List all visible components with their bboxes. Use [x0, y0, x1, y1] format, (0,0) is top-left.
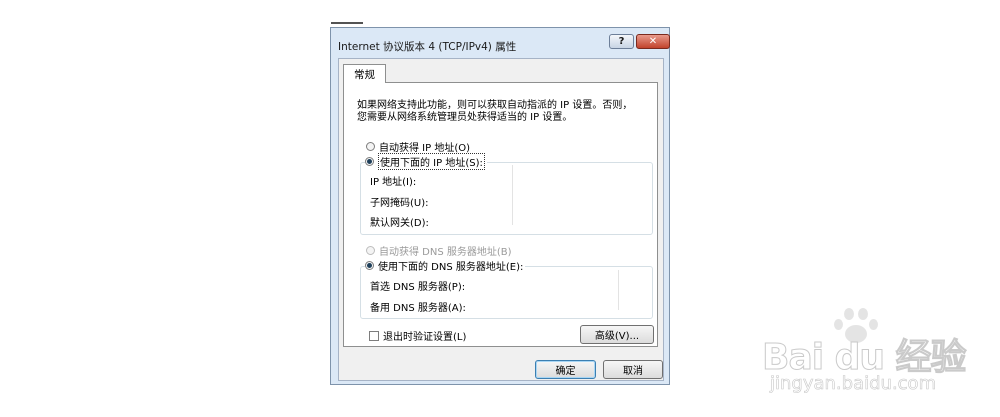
- ip-manual-radio-label: 使用下面的 IP 地址(S):: [378, 153, 485, 170]
- intro-text-line-2: 您需要从网络系统管理员处获得适当的 IP 设置。: [357, 112, 573, 123]
- help-button[interactable]: ?: [609, 34, 634, 49]
- advanced-button-label: 高级(V)...: [594, 331, 640, 342]
- ip-auto-radio[interactable]: 自动获得 IP 地址(O): [366, 139, 470, 154]
- dns-auto-radio-label: 自动获得 DNS 服务器地址(B): [379, 247, 512, 258]
- baidu-jingyan-watermark-url: jingyan.baidu.com: [770, 373, 937, 395]
- dialog-body: 常规 如果网络支持此功能，则可以获取自动指派的 IP 设置。否则， 您需要从网络…: [338, 58, 664, 381]
- dialog-title: Internet 协议版本 4 (TCP/IPv4) 属性: [338, 41, 517, 53]
- cancel-button[interactable]: 取消: [603, 360, 663, 379]
- close-icon: ✕: [648, 36, 658, 47]
- general-tab-panel: 如果网络支持此功能，则可以获取自动指派的 IP 设置。否则， 您需要从网络系统管…: [343, 82, 658, 347]
- ok-button-label: 确定: [555, 366, 576, 377]
- dns-field-edge: [618, 270, 619, 310]
- tab-general-label: 常规: [354, 68, 375, 81]
- tcpipv4-properties-dialog: Internet 协议版本 4 (TCP/IPv4) 属性 ? ✕ 常规 如果网…: [330, 27, 670, 385]
- dns-manual-radio[interactable]: 使用下面的 DNS 服务器地址(E):: [365, 258, 526, 273]
- cancel-button-label: 取消: [623, 366, 643, 377]
- ip-auto-radio-label: 自动获得 IP 地址(O): [379, 143, 471, 154]
- tab-general[interactable]: 常规: [343, 64, 386, 83]
- alternate-dns-label: 备用 DNS 服务器(A):: [370, 303, 466, 314]
- dns-auto-radio-indicator: [366, 246, 375, 255]
- close-button[interactable]: ✕: [636, 34, 670, 49]
- ip-manual-radio-indicator: [365, 157, 374, 166]
- subnet-mask-label: 子网掩码(U):: [370, 198, 429, 209]
- ip-field-edge: [512, 165, 513, 225]
- title-bar: Internet 协议版本 4 (TCP/IPv4) 属性 ? ✕: [331, 28, 670, 58]
- ip-manual-radio[interactable]: 使用下面的 IP 地址(S):: [365, 153, 487, 170]
- validate-on-exit-label: 退出时验证设置(L): [383, 332, 467, 343]
- ok-button[interactable]: 确定: [535, 360, 596, 379]
- dns-manual-radio-indicator: [365, 261, 374, 270]
- validate-on-exit-checkbox-box: [369, 330, 379, 341]
- validate-on-exit-checkbox[interactable]: 退出时验证设置(L): [369, 328, 466, 343]
- preferred-dns-label: 首选 DNS 服务器(P):: [370, 282, 466, 293]
- dns-auto-radio[interactable]: 自动获得 DNS 服务器地址(B): [366, 243, 512, 258]
- advanced-button[interactable]: 高级(V)...: [580, 325, 654, 344]
- ip-auto-radio-indicator: [366, 142, 375, 151]
- dns-manual-radio-label: 使用下面的 DNS 服务器地址(E):: [378, 262, 524, 273]
- default-gateway-label: 默认网关(D):: [370, 218, 429, 229]
- help-icon: ?: [618, 36, 625, 47]
- ip-address-label: IP 地址(I):: [370, 177, 417, 188]
